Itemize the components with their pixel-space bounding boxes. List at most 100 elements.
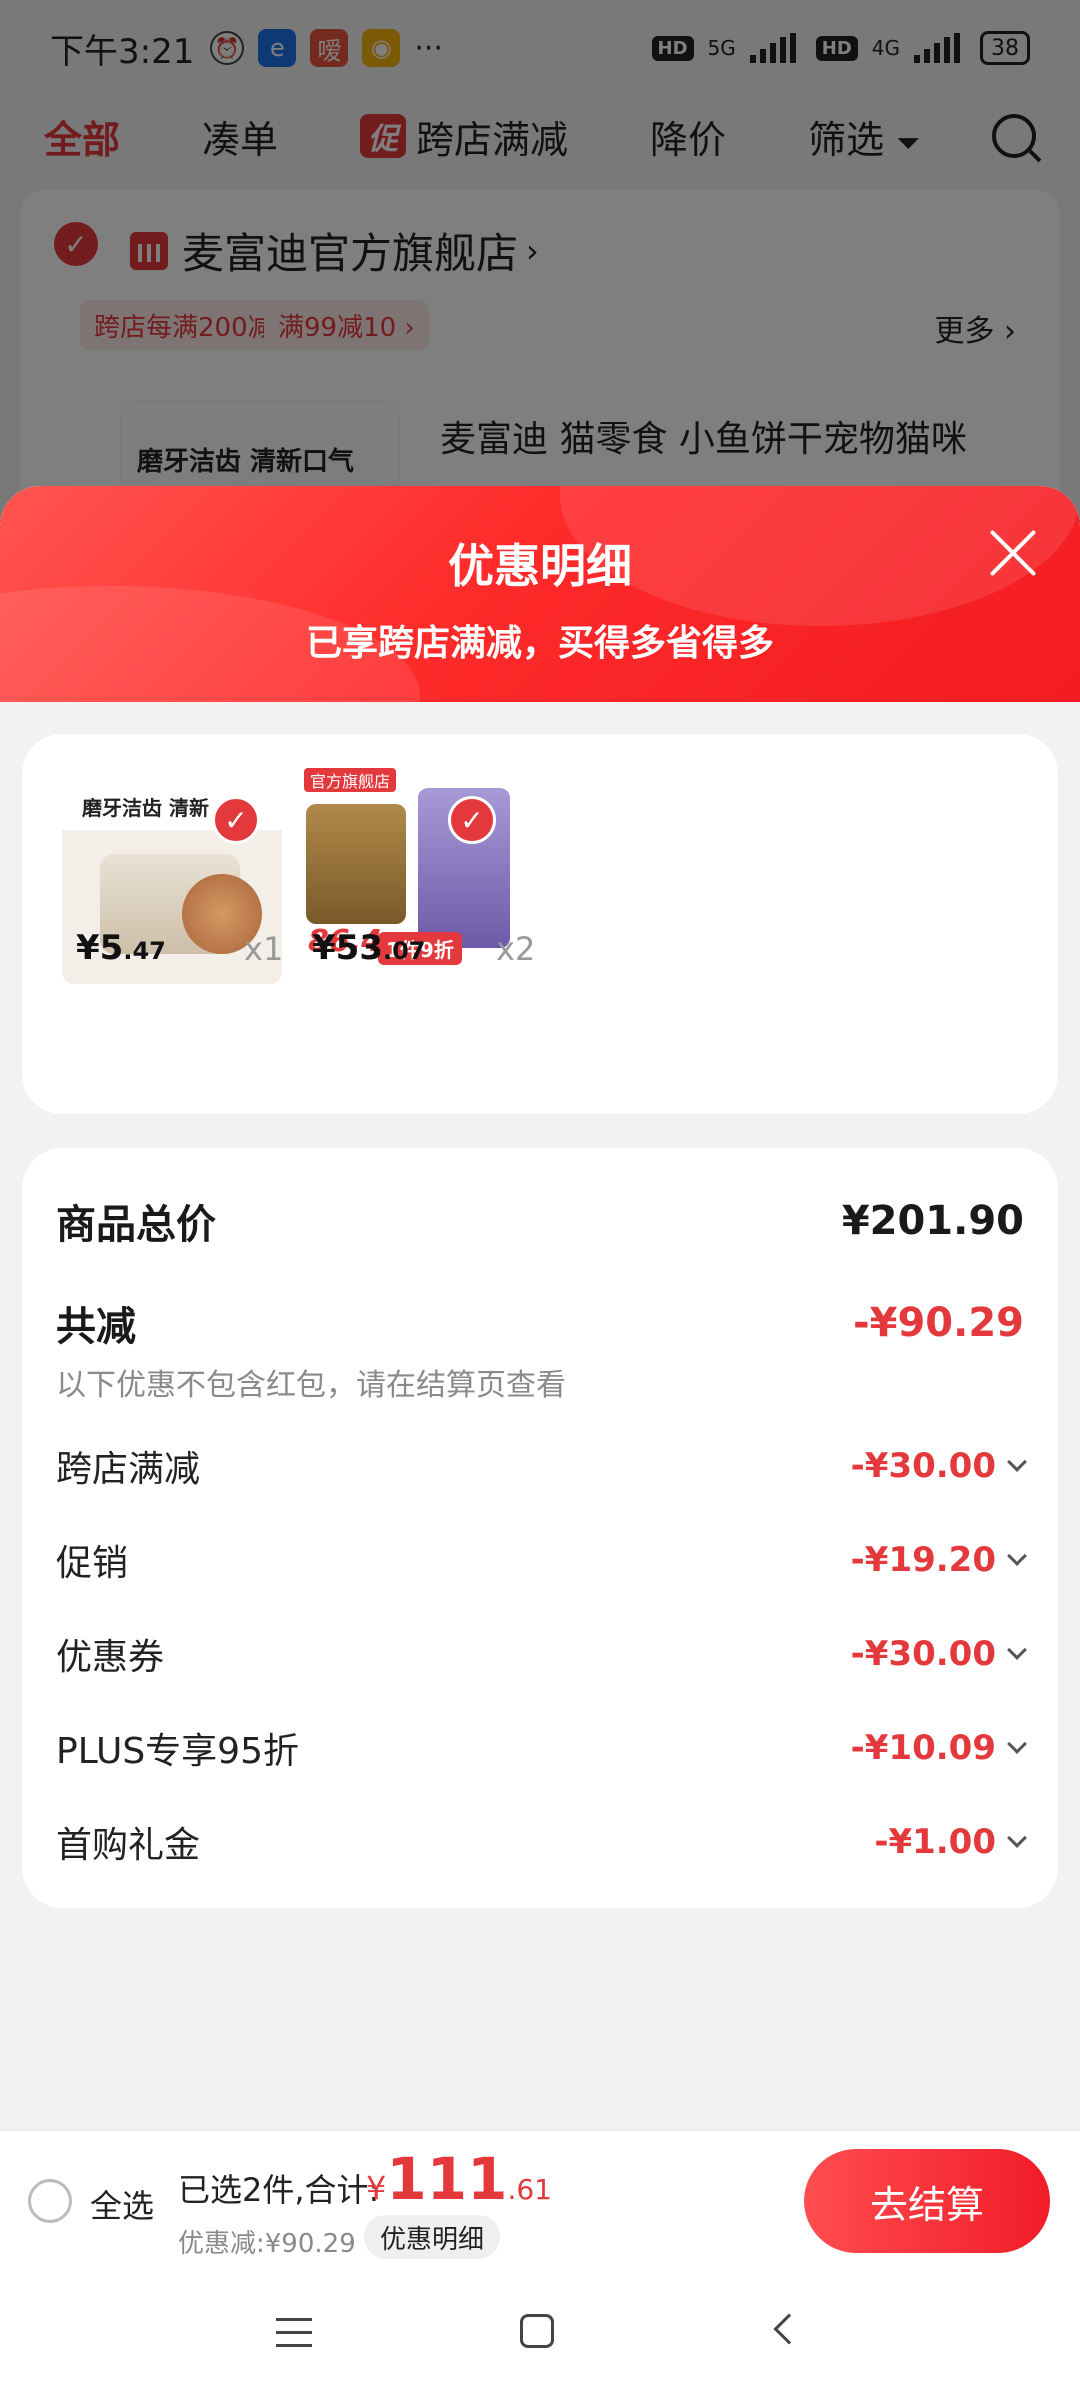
item-qty: x2 [496,930,536,968]
chevron-down-icon [1007,1640,1027,1660]
discount-detail-sheet: 优惠明细 已享跨店满减，买得多省得多 磨牙洁齿 清新 ✓ ¥5.47 x1 官方… [0,486,1080,2400]
selected-item[interactable]: 磨牙洁齿 清新 ✓ ¥5.47 x1 [22,764,283,1064]
background-page: 下午3:21 ⏰ e 嗳 ◉ ··· HD 5G HD 4G 38 全部 凑单 … [0,0,1080,530]
product-food-shape [306,804,406,924]
discount-amount: -¥30.00 [850,1446,996,1486]
close-icon[interactable] [986,526,1040,580]
hd-badge-2: HD [815,35,858,61]
chevron-right-icon: › [526,231,539,270]
chevron-down-icon [1007,1546,1027,1566]
home-icon[interactable] [520,2314,554,2348]
battery-icon: 38 [980,31,1030,65]
selected-count-text: 已选2件,合计: [178,2171,380,2209]
search-icon[interactable] [992,114,1036,158]
filter-bar: 全部 凑单 促 跨店满减 降价 筛选 ⏷ [0,96,1080,176]
discount-row-plus[interactable]: PLUS专享95折 -¥10.09 [56,1722,1027,1774]
total-reduction-value: -¥90.29 [853,1300,1024,1346]
total-price-value: ¥201.90 [841,1198,1024,1244]
discount-value: -¥10.09 [850,1728,1027,1768]
discount-value: -¥30.00 [850,1446,1027,1486]
tab-price-drop[interactable]: 降价 [650,109,726,164]
discount-row-promotion[interactable]: 促销 -¥19.20 [56,1534,1027,1586]
currency-symbol: ¥ [366,2169,387,2207]
network-5g-label: 5G [707,36,736,60]
item-price-dec: .47 [123,937,166,965]
store-logo-icon [130,231,168,270]
alarm-icon: ⏰ [210,31,245,65]
more-notifications-icon: ··· [414,30,443,66]
store-name: 麦富迪官方旗舰店 [182,229,519,278]
chevron-down-icon [1007,1828,1027,1848]
tab-cross-store-discount[interactable]: 促 跨店满减 [360,109,568,164]
filter-funnel-icon: ⏷ [896,125,921,161]
app-notification-icon: 嗳 [310,29,349,67]
product-image-caption: 磨牙洁齿 清新 [82,796,209,820]
tab-all[interactable]: 全部 [44,109,120,164]
menu-icon[interactable] [276,2318,312,2348]
item-price: ¥53.07 [312,928,426,968]
tab-cross-store-label: 跨店满减 [416,117,569,162]
tab-filter[interactable]: 筛选 ⏷ [808,109,920,164]
select-all-checkbox[interactable] [28,2179,72,2223]
product-title[interactable]: 麦富迪 猫零食 小鱼饼干宠物猫咪 [440,410,967,462]
store-name-link[interactable]: 麦富迪官方旗舰店 › [130,220,539,281]
total-reduction-row: 共减 -¥90.29 [56,1294,1024,1352]
discount-amount: -¥1.00 [874,1822,996,1862]
discount-row-cross-store[interactable]: 跨店满减 -¥30.00 [56,1440,1027,1492]
checkout-button[interactable]: 去结算 [804,2149,1050,2253]
discount-label: 首购礼金 [56,1825,201,1866]
thumbnail-text: 磨牙洁齿 清新口气 [137,447,355,477]
promo-badge: 促 [360,114,407,158]
reduction-note: 以下优惠不包含红包，请在结算页查看 [56,1368,566,1403]
hd-badge-1: HD [651,35,694,61]
price-summary-card: 商品总价 ¥201.90 共减 -¥90.29 以下优惠不包含红包，请在结算页查… [22,1148,1058,1908]
discount-value: -¥1.00 [874,1822,1027,1862]
sheet-subtitle: 已享跨店满减，买得多省得多 [305,623,774,664]
store-checkbox[interactable]: ✓ [54,222,98,266]
item-price-int: ¥5 [76,928,124,968]
total-price-label: 商品总价 [56,1202,216,1248]
amount-integer: 111 [386,2145,508,2213]
status-time: 下午3:21 [50,31,195,72]
back-icon[interactable] [773,2313,805,2345]
item-check-icon: ✓ [448,796,496,844]
product-image-store-badge: 官方旗舰店 [304,768,397,792]
amount-decimal: .61 [507,2173,552,2206]
discount-row-coupon[interactable]: 优惠券 -¥30.00 [56,1628,1027,1680]
discount-amount: -¥10.09 [850,1728,996,1768]
status-bar: 下午3:21 ⏰ e 嗳 ◉ ··· HD 5G HD 4G 38 [0,0,1080,96]
network-4g-label: 4G [871,36,900,60]
item-check-icon: ✓ [212,796,260,844]
sheet-title: 优惠明细 [448,539,632,593]
item-price: ¥5.47 [76,928,166,968]
discount-label: 优惠券 [56,1637,165,1678]
more-promos-link[interactable]: 更多 › [934,306,1016,350]
select-all-label[interactable]: 全选 [90,2181,154,2227]
chevron-down-icon [1007,1734,1027,1754]
item-price-dec: .07 [382,937,426,965]
discount-amount: -¥19.20 [850,1540,996,1580]
signal-icon [749,33,802,63]
discount-value: -¥30.00 [851,1634,1027,1674]
total-price-row: 商品总价 ¥201.90 [56,1192,1024,1250]
telecom-app-icon: e [258,29,297,67]
selected-item[interactable]: 官方旗舰店 86.4 1件9折 ✓ ¥53.07 x2 [258,764,535,1064]
signal-icon-2 [914,33,966,63]
tab-filter-label: 筛选 [808,117,885,162]
discount-row-first-purchase[interactable]: 首购礼金 -¥1.00 [56,1816,1027,1868]
store-card: ✓ 麦富迪官方旗舰店 › 跨店每满200减30 › 满99减10 › 更多 › … [20,190,1060,530]
chevron-down-icon [1007,1452,1027,1472]
selected-items-card: 磨牙洁齿 清新 ✓ ¥5.47 x1 官方旗舰店 86.4 1件9折 ✓ ¥53… [22,734,1058,1114]
sheet-header: 优惠明细 已享跨店满减，买得多省得多 [0,486,1080,702]
discount-label: PLUS专享95折 [56,1731,299,1772]
system-nav-bar [0,2266,1080,2400]
discount-summary-text: 优惠减:¥90.29 [178,2229,356,2259]
total-amount: ¥ 111 .61 [366,2145,552,2213]
discount-value: -¥19.20 [850,1540,1027,1580]
tab-bundle[interactable]: 凑单 [202,109,278,164]
promo-tag-99[interactable]: 满99减10 › [264,300,429,350]
total-reduction-label: 共减 [56,1304,136,1350]
weibo-icon: ◉ [362,29,401,67]
discount-label: 促销 [56,1543,129,1584]
discount-detail-button[interactable]: 优惠明细 [364,2215,501,2259]
